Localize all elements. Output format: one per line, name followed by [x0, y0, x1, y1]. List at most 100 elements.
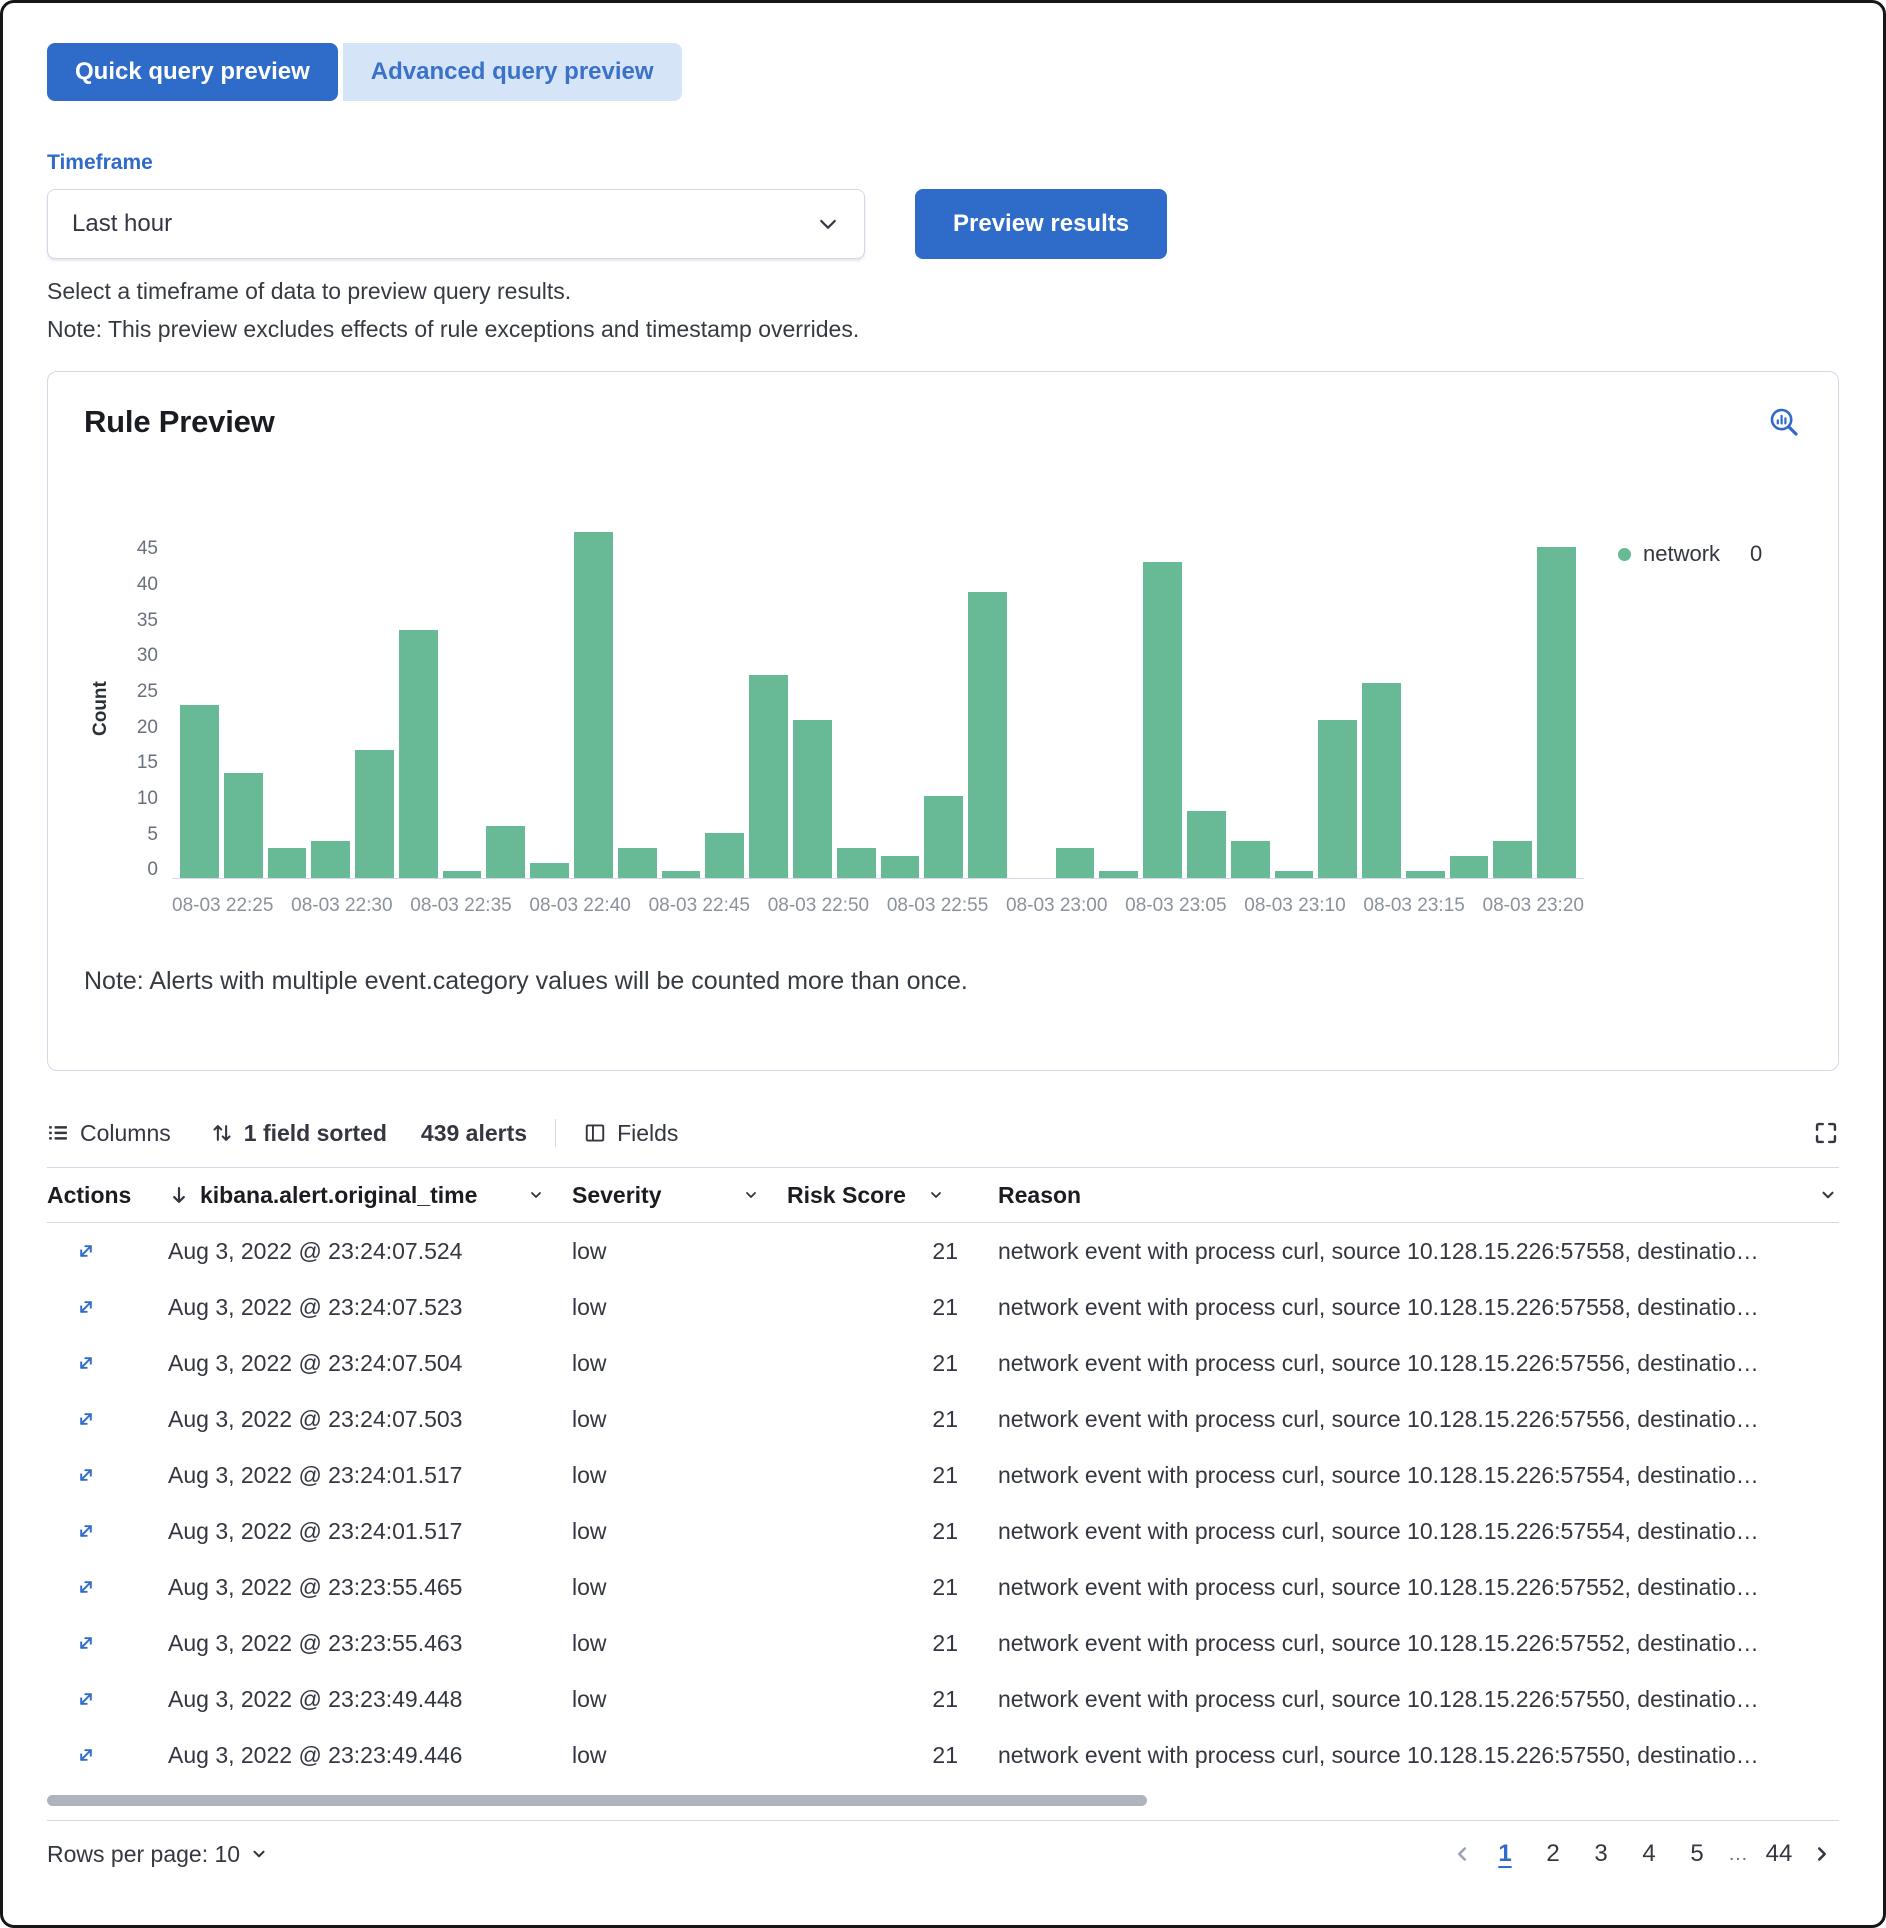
page-button-1[interactable]: 1 [1483, 1832, 1527, 1876]
legend-dot-icon [1618, 548, 1631, 561]
alert-original-time: Aug 3, 2022 @ 23:24:07.503 [162, 1406, 572, 1433]
rule-preview-page: Quick query preview Advanced query previ… [0, 0, 1886, 1928]
datagrid-toolbar: Columns 1 field sorted 439 alerts Fields [47, 1119, 1839, 1147]
alerts-count: 439 alerts [421, 1120, 527, 1147]
table-row: Aug 3, 2022 @ 23:23:55.465low21network e… [47, 1559, 1839, 1615]
table-row: Aug 3, 2022 @ 23:23:55.463low21network e… [47, 1615, 1839, 1671]
alert-severity: low [572, 1462, 787, 1489]
alert-severity: low [572, 1686, 787, 1713]
chart-bar [180, 705, 219, 878]
previous-page-icon[interactable] [1445, 1837, 1479, 1871]
actions-cell [47, 1518, 162, 1544]
inspect-icon[interactable] [1766, 404, 1802, 443]
alert-severity: low [572, 1742, 787, 1769]
query-preview-tabs: Quick query preview Advanced query previ… [47, 43, 682, 101]
fullscreen-icon[interactable] [1813, 1120, 1839, 1146]
expand-alert-icon[interactable] [73, 1294, 99, 1320]
pagination-pages: 12345…44 [1483, 1832, 1801, 1876]
chart-bar [574, 532, 613, 879]
alert-original-time: Aug 3, 2022 @ 23:23:49.446 [162, 1742, 572, 1769]
expand-alert-icon[interactable] [73, 1574, 99, 1600]
actions-cell [47, 1742, 162, 1768]
expand-alert-icon[interactable] [73, 1686, 99, 1712]
expand-alert-icon[interactable] [73, 1518, 99, 1544]
alert-severity: low [572, 1350, 787, 1377]
chevron-down-icon [816, 212, 840, 236]
alert-risk-score: 21 [787, 1742, 972, 1769]
expand-alert-icon[interactable] [73, 1350, 99, 1376]
alert-original-time: Aug 3, 2022 @ 23:24:07.523 [162, 1294, 572, 1321]
alert-reason: network event with process curl, source … [972, 1574, 1789, 1601]
chart-bar [355, 750, 394, 878]
x-tick-label: 08-03 22:30 [291, 895, 392, 917]
expand-alert-icon[interactable] [73, 1238, 99, 1264]
column-header-severity[interactable]: Severity [572, 1182, 787, 1209]
table-row: Aug 3, 2022 @ 23:23:49.448low21network e… [47, 1671, 1839, 1727]
expand-alert-icon[interactable] [73, 1462, 99, 1488]
preview-results-button[interactable]: Preview results [915, 189, 1167, 259]
timeframe-note-text: Note: This preview excludes effects of r… [47, 313, 897, 345]
timeframe-select[interactable]: Last hour [47, 189, 865, 259]
alert-risk-score: 21 [787, 1686, 972, 1713]
sorted-fields-button[interactable]: 1 field sorted [211, 1120, 387, 1147]
x-tick-label: 08-03 23:00 [1006, 895, 1107, 917]
page-button-3[interactable]: 3 [1579, 1832, 1623, 1876]
page-button-5[interactable]: 5 [1675, 1832, 1719, 1876]
x-tick-label: 08-03 23:05 [1125, 895, 1226, 917]
y-axis-ticks: 454035302520151050 [118, 539, 172, 879]
alert-reason: network event with process curl, source … [972, 1686, 1789, 1713]
header-menu-chevron-icon[interactable] [1817, 1184, 1839, 1206]
chart-bars [172, 539, 1584, 878]
columns-button[interactable]: Columns [47, 1120, 171, 1147]
y-tick-label: 10 [137, 789, 158, 808]
rule-preview-title: Rule Preview [84, 404, 275, 440]
alert-risk-score: 21 [787, 1294, 972, 1321]
alert-risk-score: 21 [787, 1462, 972, 1489]
x-tick-label: 08-03 23:10 [1244, 895, 1345, 917]
chart-bar [1275, 871, 1314, 879]
table-row: Aug 3, 2022 @ 23:24:01.517low21network e… [47, 1503, 1839, 1559]
chart-bar [837, 848, 876, 878]
chart-bar [793, 720, 832, 878]
expand-alert-icon[interactable] [73, 1742, 99, 1768]
next-page-icon[interactable] [1805, 1837, 1839, 1871]
chart-bar [618, 848, 657, 878]
x-tick-label: 08-03 22:55 [887, 895, 988, 917]
alert-severity: low [572, 1238, 787, 1265]
horizontal-scrollbar[interactable] [47, 1795, 1147, 1806]
alert-original-time: Aug 3, 2022 @ 23:24:07.524 [162, 1238, 572, 1265]
x-tick-label: 08-03 23:20 [1483, 895, 1584, 917]
chart-bar [311, 841, 350, 879]
alert-original-time: Aug 3, 2022 @ 23:23:55.465 [162, 1574, 572, 1601]
actions-cell [47, 1406, 162, 1432]
expand-alert-icon[interactable] [73, 1406, 99, 1432]
chart-legend-network[interactable]: network 0 [1584, 541, 1802, 567]
chart-bar [881, 856, 920, 879]
expand-alert-icon[interactable] [73, 1630, 99, 1656]
y-tick-label: 30 [137, 646, 158, 665]
tab-quick-query-preview[interactable]: Quick query preview [47, 43, 338, 101]
table-row: Aug 3, 2022 @ 23:24:07.524low21network e… [47, 1223, 1839, 1279]
rule-preview-panel: Rule Preview Count 454035302520151050 08… [47, 371, 1839, 1071]
alert-reason: network event with process curl, source … [972, 1238, 1789, 1265]
fields-button[interactable]: Fields [584, 1120, 678, 1147]
alert-risk-score: 21 [787, 1518, 972, 1545]
x-tick-label: 08-03 22:45 [649, 895, 750, 917]
table-row: Aug 3, 2022 @ 23:24:07.523low21network e… [47, 1279, 1839, 1335]
page-button-2[interactable]: 2 [1531, 1832, 1575, 1876]
column-header-original-time[interactable]: kibana.alert.original_time [162, 1182, 572, 1209]
tab-advanced-query-preview[interactable]: Advanced query preview [343, 43, 682, 101]
column-header-risk-score[interactable]: Risk Score [787, 1182, 972, 1209]
actions-cell [47, 1462, 162, 1488]
page-button-44[interactable]: 44 [1757, 1832, 1801, 1876]
actions-cell [47, 1574, 162, 1600]
page-button-4[interactable]: 4 [1627, 1832, 1671, 1876]
alert-risk-score: 21 [787, 1574, 972, 1601]
actions-cell [47, 1686, 162, 1712]
alert-risk-score: 21 [787, 1406, 972, 1433]
column-header-reason[interactable]: Reason [972, 1182, 1789, 1209]
rows-per-page-button[interactable]: Rows per page: 10 [47, 1841, 268, 1868]
actions-cell [47, 1238, 162, 1264]
chart-bar [1362, 683, 1401, 879]
chart-bar [1231, 841, 1270, 879]
